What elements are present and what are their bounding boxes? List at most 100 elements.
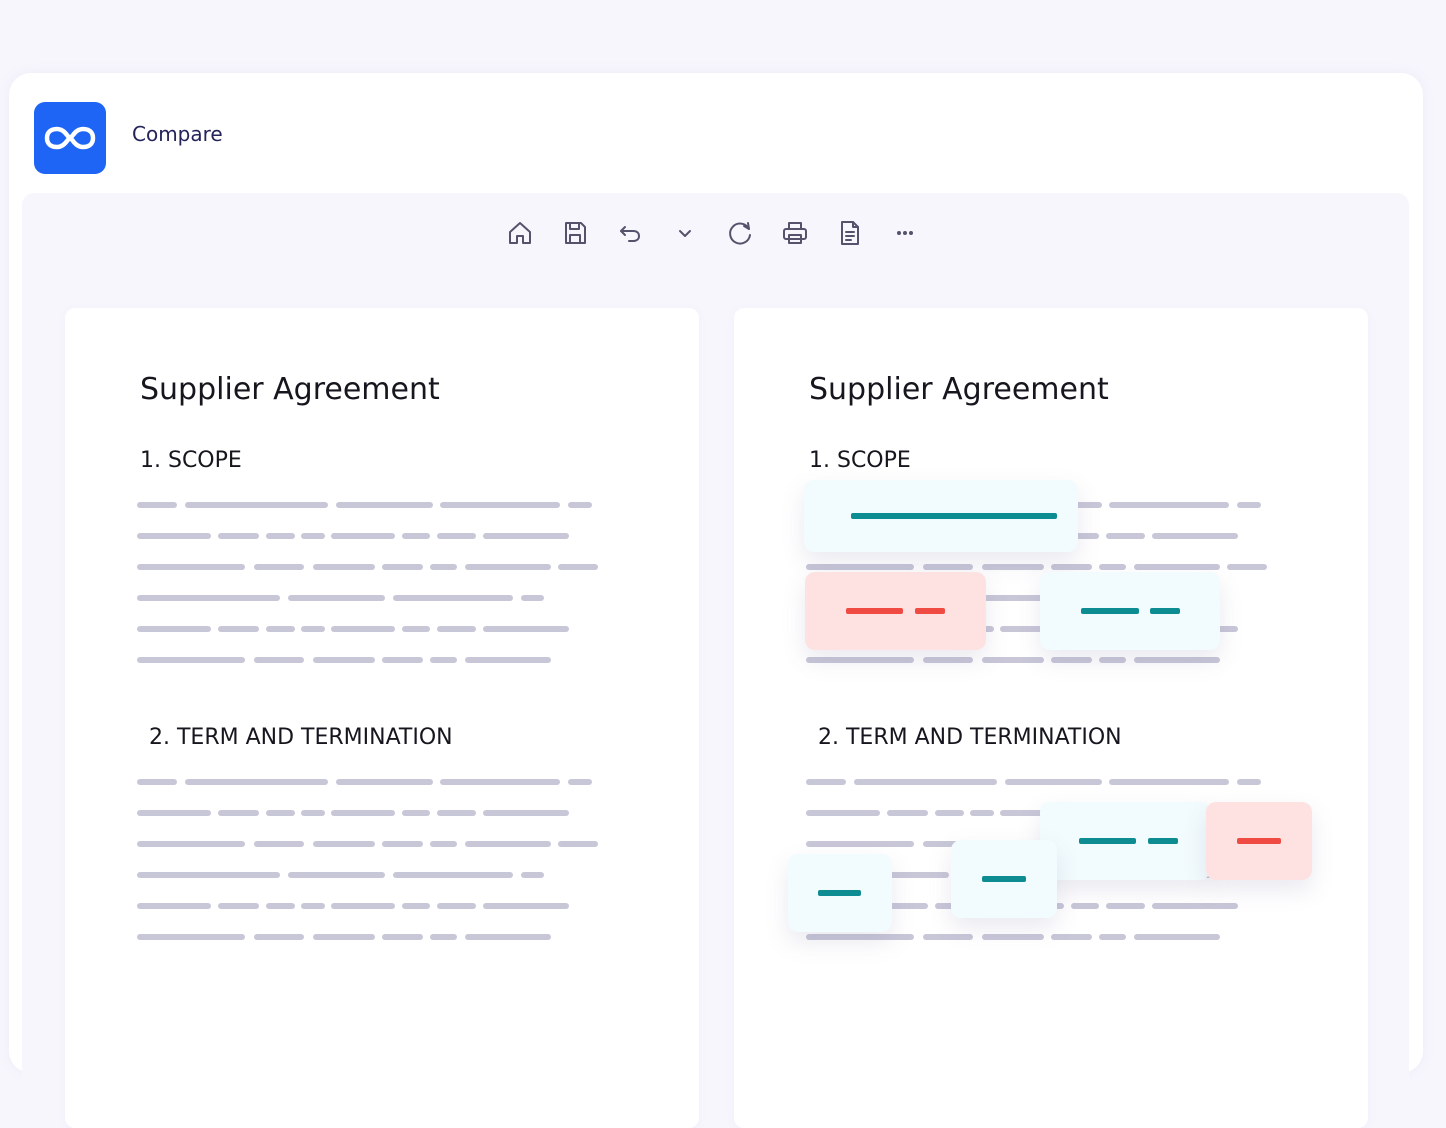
placeholder-text-line [402,626,430,632]
placeholder-text-line [437,533,476,539]
section-heading-term: 2. TERM AND TERMINATION [149,725,453,750]
placeholder-text-line [806,657,914,663]
placeholder-text-line [1152,903,1238,909]
placeholder-text-line [465,564,551,570]
placeholder-text-line [935,810,964,816]
placeholder-text-line [923,564,973,570]
placeholder-text-line [1099,564,1126,570]
placeholder-text-line [806,810,880,816]
placeholder-text-line [382,934,423,940]
placeholder-text-line [137,872,280,878]
insertion-highlight[interactable] [1040,572,1220,650]
inserted-text-mark [1148,838,1178,844]
save-icon [565,222,586,244]
undo-icon [620,226,640,242]
refresh-button[interactable] [720,213,760,253]
placeholder-text-line [301,626,325,632]
placeholder-text-line [301,903,325,909]
placeholder-text-line [288,872,385,878]
placeholder-text-line [1227,564,1267,570]
placeholder-text-line [266,533,295,539]
placeholder-text-line [137,657,245,663]
placeholder-text-line [465,657,551,663]
deletion-highlight[interactable] [805,572,986,650]
inserted-text-mark [1150,608,1180,614]
placeholder-text-line [137,934,245,940]
placeholder-text-line [218,903,259,909]
placeholder-text-line [313,841,375,847]
placeholder-text-line [1106,903,1145,909]
placeholder-text-line [336,779,433,785]
insertion-highlight[interactable] [1040,802,1210,880]
placeholder-text-line [483,903,569,909]
app-logo[interactable] [34,102,106,174]
undo-dropdown-button[interactable] [665,213,705,253]
placeholder-text-line [218,810,259,816]
refresh-icon [729,222,751,245]
document-title: Supplier Agreement [809,372,1109,407]
toolbar [500,213,940,253]
save-button[interactable] [555,213,595,253]
section-heading-scope: 1. SCOPE [140,448,242,473]
home-button[interactable] [500,213,540,253]
section-heading-scope: 1. SCOPE [809,448,911,473]
placeholder-text-line [982,657,1044,663]
placeholder-text-line [254,564,304,570]
app-window: Compare Supplier Agreement 1. SCOPE 2. T… [9,73,1423,1128]
placeholder-text-line [313,564,375,570]
more-button[interactable] [885,213,925,253]
compare-workspace: Supplier Agreement 1. SCOPE 2. TERM AND … [22,193,1409,1128]
deleted-text-mark [846,608,903,614]
placeholder-text-line [331,903,395,909]
placeholder-text-line [440,502,560,508]
placeholder-text-line [982,564,1044,570]
section-heading-term: 2. TERM AND TERMINATION [818,725,1122,750]
placeholder-text-line [887,810,928,816]
placeholder-text-line [336,502,433,508]
placeholder-text-line [923,657,973,663]
placeholder-text-line [382,841,423,847]
placeholder-text-line [854,779,997,785]
placeholder-text-line [1051,564,1092,570]
insertion-highlight[interactable] [804,480,1078,552]
placeholder-text-line [440,779,560,785]
inserted-text-mark [982,876,1026,882]
insertion-highlight[interactable] [951,840,1057,918]
inserted-text-mark [920,513,1032,519]
placeholder-text-line [331,533,395,539]
placeholder-text-line [313,657,375,663]
placeholder-text-line [437,626,476,632]
placeholder-text-line [806,564,914,570]
placeholder-text-line [331,810,395,816]
placeholder-text-line [301,810,325,816]
print-button[interactable] [775,213,815,253]
placeholder-text-line [568,779,592,785]
placeholder-text-line [1071,903,1099,909]
placeholder-text-line [266,903,295,909]
placeholder-text-line [437,903,476,909]
insertion-highlight[interactable] [788,854,892,932]
placeholder-text-line [1109,779,1229,785]
document-button[interactable] [830,213,870,253]
placeholder-text-line [218,626,259,632]
placeholder-text-line [1099,657,1126,663]
more-icon [897,231,913,235]
placeholder-text-line [393,872,513,878]
placeholder-text-line [483,533,569,539]
placeholder-text-line [382,564,423,570]
placeholder-text-line [137,595,280,601]
placeholder-text-line [1051,657,1092,663]
placeholder-text-line [218,533,259,539]
document-title: Supplier Agreement [140,372,440,407]
deletion-highlight[interactable] [1206,802,1312,880]
home-icon [509,222,531,244]
placeholder-text-line [1152,533,1238,539]
placeholder-text-line [1237,779,1261,785]
undo-button[interactable] [610,213,650,253]
placeholder-text-line [1134,934,1220,940]
placeholder-text-line [137,626,211,632]
placeholder-text-line [558,564,598,570]
placeholder-text-line [1106,533,1145,539]
placeholder-text-line [137,779,177,785]
placeholder-text-line [568,502,592,508]
